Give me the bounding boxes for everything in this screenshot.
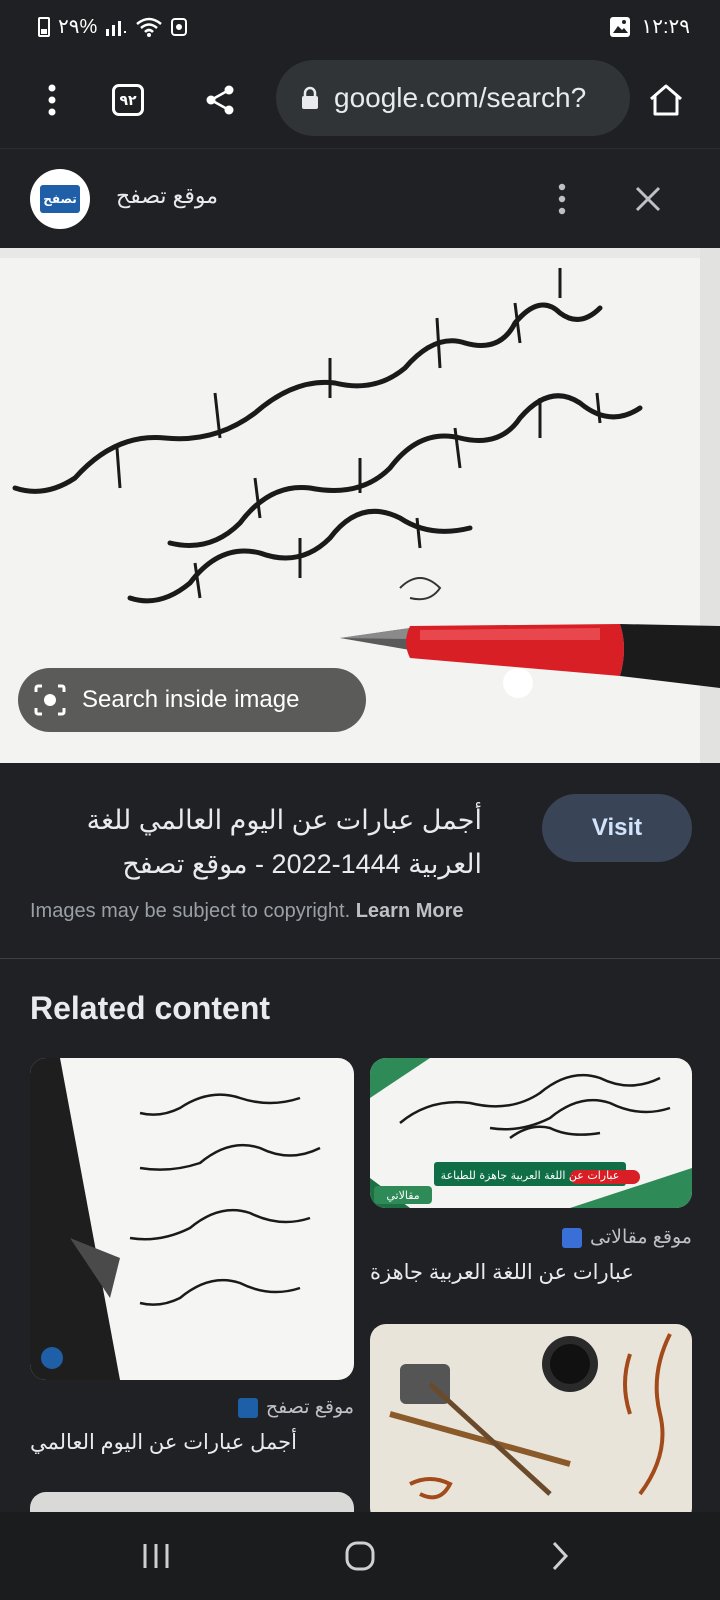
- copyright-text: Images may be subject to copyright.: [30, 900, 356, 922]
- calligraphy-thumbnail: [30, 1058, 354, 1380]
- signal-icon: [106, 20, 127, 36]
- related-card-title[interactable]: أجمل عبارات عن اليوم العالمي: [30, 1430, 354, 1455]
- site-logo: تصفح: [30, 169, 90, 229]
- status-time: ١٢:٢٩: [641, 16, 690, 38]
- copyright-notice: Images may be subject to copyright. Lear…: [30, 900, 464, 923]
- back-button[interactable]: [530, 1526, 590, 1586]
- browser-toolbar: ٩٢ google.com/search?: [0, 52, 720, 148]
- chevron-right-icon: [552, 1541, 569, 1571]
- result-site-header: تصفح موقع تصفح: [0, 148, 720, 249]
- close-button[interactable]: [624, 175, 672, 223]
- site-name: موقع تصفح: [116, 183, 219, 208]
- home-button[interactable]: [638, 72, 694, 128]
- divider: [0, 958, 720, 959]
- home-circle-icon: [345, 1541, 375, 1571]
- lock-icon: [302, 86, 318, 109]
- related-card-source: موقع تصفح: [30, 1396, 354, 1419]
- more-vert-icon: [558, 183, 566, 215]
- lens-camera-icon: [34, 684, 66, 716]
- recents-icon: [143, 1544, 169, 1568]
- source-favicon-icon: [561, 1227, 582, 1248]
- source-favicon-icon: [237, 1397, 258, 1418]
- recent-apps-button[interactable]: [126, 1526, 186, 1586]
- home-nav-button[interactable]: [330, 1526, 390, 1586]
- vpn-icon: [171, 17, 188, 36]
- related-content-heading: Related content: [30, 990, 271, 1026]
- main-image[interactable]: Search inside image: [0, 248, 720, 763]
- thumbnail-banner-text: عبارات عن اللغة العربية جاهزة للطباعة: [441, 1169, 620, 1182]
- image-pager-dot: [503, 668, 533, 698]
- related-card-image[interactable]: عبارات عن اللغة العربية جاهزة للطباعة مق…: [370, 1058, 692, 1208]
- home-icon: [650, 84, 682, 116]
- related-card-source: موقع مقالاتى: [370, 1226, 692, 1249]
- related-card-title[interactable]: عبارات عن اللغة العربية جاهزة: [370, 1260, 692, 1285]
- gallery-icon: [610, 16, 631, 37]
- tab-count: ٩٢: [112, 84, 144, 116]
- status-left: ٢٩%: [38, 14, 188, 39]
- status-bar: ٢٩% ١٢:٢٩: [0, 0, 720, 52]
- battery-icon: [38, 16, 50, 37]
- related-card-image[interactable]: [30, 1058, 354, 1380]
- source-name: موقع تصفح: [265, 1397, 354, 1418]
- battery-percent: ٢٩%: [58, 16, 98, 38]
- more-vert-icon: [48, 84, 56, 116]
- search-inside-image-chip[interactable]: Search inside image: [18, 668, 366, 732]
- more-menu-button[interactable]: [24, 72, 80, 128]
- learn-more-link[interactable]: Learn More: [356, 900, 464, 922]
- status-right: ١٢:٢٩: [609, 14, 690, 39]
- tab-switcher-button[interactable]: ٩٢: [100, 72, 156, 128]
- share-icon: [206, 85, 234, 115]
- header-more-button[interactable]: [540, 177, 584, 221]
- lens-chip-label: Search inside image: [82, 686, 300, 713]
- share-button[interactable]: [192, 72, 248, 128]
- close-icon: [635, 186, 661, 212]
- address-bar[interactable]: google.com/search?: [276, 60, 630, 136]
- url-text: google.com/search?: [334, 82, 587, 113]
- site-logo-text: تصفح: [40, 185, 80, 213]
- system-nav-bar: [0, 1512, 720, 1600]
- result-title[interactable]: أجمل عبارات عن اليوم العالمي للغة العربي…: [30, 798, 482, 886]
- source-name: موقع مقالاتى: [589, 1227, 692, 1248]
- calligraphy-thumbnail: عبارات عن اللغة العربية جاهزة للطباعة مق…: [370, 1058, 692, 1208]
- visit-button[interactable]: Visit: [542, 794, 692, 862]
- related-card-image[interactable]: [370, 1324, 692, 1524]
- wifi-icon: [136, 17, 163, 37]
- calligraphy-thumbnail: [370, 1324, 692, 1524]
- thumbnail-badge-text: مقالاتي: [386, 1189, 419, 1202]
